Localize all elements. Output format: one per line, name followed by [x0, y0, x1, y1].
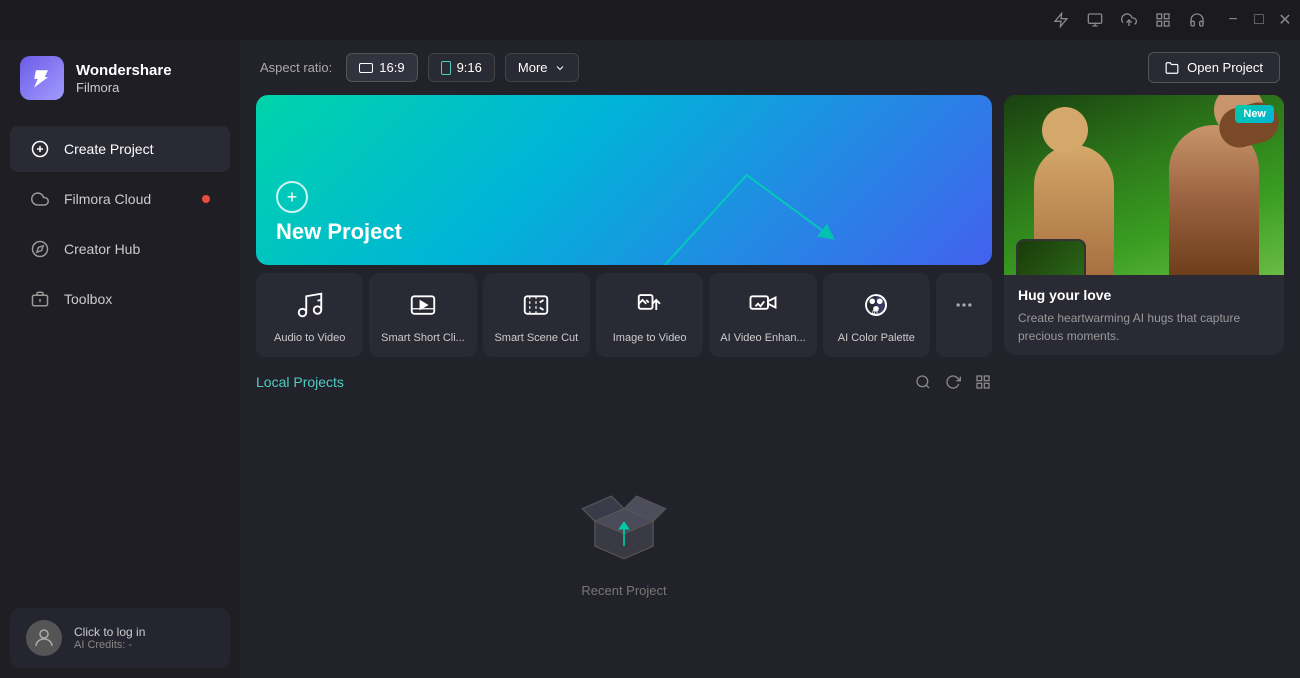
user-area[interactable]: Click to log in AI Credits: - — [10, 608, 230, 668]
aspect-9-16-button[interactable]: 9:16 — [428, 53, 495, 82]
refresh-projects-icon[interactable] — [944, 373, 962, 391]
new-badge: New — [1235, 105, 1274, 123]
ai-video-enhance-icon — [745, 287, 781, 323]
content-area: + New Project — [240, 95, 1300, 678]
promo-thumbnail — [1016, 239, 1086, 275]
minimize-button[interactable]: − — [1226, 13, 1240, 27]
close-button[interactable]: ✕ — [1278, 13, 1292, 27]
cloud-upload-icon[interactable] — [1120, 11, 1138, 29]
smart-short-clip-icon — [405, 287, 441, 323]
new-project-banner[interactable]: + New Project — [256, 95, 992, 265]
titlebar-icons — [1052, 11, 1206, 29]
audio-to-video-icon — [292, 287, 328, 323]
tool-image-to-video[interactable]: Image to Video — [596, 273, 703, 357]
avatar — [26, 620, 62, 656]
local-projects-section: Local Projects — [256, 365, 992, 662]
more-aspect-button[interactable]: More — [505, 53, 579, 82]
sidebar-item-toolbox[interactable]: Toolbox — [10, 276, 230, 322]
view-toggle-icon[interactable] — [974, 373, 992, 391]
sidebar-item-creator-hub[interactable]: Creator Hub — [10, 226, 230, 272]
tool-audio-to-video[interactable]: Audio to Video — [256, 273, 363, 357]
tool-smart-short-clip[interactable]: Smart Short Cli... — [369, 273, 476, 357]
section-header: Local Projects — [256, 365, 992, 403]
right-panel: New Hug your love Create heartwarming AI… — [1004, 95, 1284, 662]
tool-ai-video-enhance[interactable]: AI Video Enhan... — [709, 273, 816, 357]
more-dots-icon — [946, 287, 982, 323]
compass-icon — [30, 239, 50, 259]
aspect-16-9-button[interactable]: 16:9 — [346, 53, 417, 82]
promo-card[interactable]: New Hug your love Create heartwarming AI… — [1004, 95, 1284, 355]
monitor-icon[interactable] — [1086, 11, 1104, 29]
section-actions — [914, 373, 992, 391]
titlebar: − □ ✕ — [0, 0, 1300, 40]
sidebar-item-filmora-cloud[interactable]: Filmora Cloud — [10, 176, 230, 222]
plus-circle-icon — [30, 139, 50, 159]
maximize-button[interactable]: □ — [1252, 13, 1266, 27]
svg-text:AI: AI — [871, 308, 878, 317]
app-layout: Wondershare Filmora Create Project — [0, 40, 1300, 678]
logo-area: Wondershare Filmora — [0, 40, 240, 116]
promo-image: New — [1004, 95, 1284, 275]
nav-items: Create Project Filmora Cloud — [0, 116, 240, 598]
search-projects-icon[interactable] — [914, 373, 932, 391]
aspect-16-9-icon — [359, 63, 373, 73]
smart-scene-cut-icon — [518, 287, 554, 323]
toolbox-icon — [30, 289, 50, 309]
tool-ai-color-palette[interactable]: AI AI Color Palette — [823, 273, 930, 357]
banner-content: + New Project — [276, 181, 402, 245]
ai-color-palette-icon: AI — [858, 287, 894, 323]
empty-box-icon — [574, 467, 674, 567]
tools-row: Audio to Video Smart Short Cli... — [256, 273, 992, 357]
promo-info: Hug your love Create heartwarming AI hug… — [1004, 275, 1284, 355]
tool-more-button[interactable] — [936, 273, 992, 357]
cloud-notification-dot — [202, 195, 210, 203]
top-bar: Aspect ratio: 16:9 9:16 More Open Projec… — [240, 40, 1300, 95]
banner-plus-icon: + — [276, 181, 308, 213]
left-panel: + New Project — [256, 95, 992, 662]
empty-state: Recent Project — [256, 403, 992, 662]
main-content: Aspect ratio: 16:9 9:16 More Open Projec… — [240, 40, 1300, 678]
cloud-icon — [30, 189, 50, 209]
app-logo — [20, 56, 64, 100]
headphone-icon[interactable] — [1188, 11, 1206, 29]
image-to-video-icon — [632, 287, 668, 323]
sidebar: Wondershare Filmora Create Project — [0, 40, 240, 678]
window-controls: − □ ✕ — [1226, 13, 1292, 27]
grid-icon[interactable] — [1154, 11, 1172, 29]
tool-smart-scene-cut[interactable]: Smart Scene Cut — [483, 273, 590, 357]
logo-text: Wondershare Filmora — [76, 62, 172, 95]
lightning-icon[interactable] — [1052, 11, 1070, 29]
aspect-9-16-icon — [441, 61, 451, 75]
user-info: Click to log in AI Credits: - — [74, 625, 145, 651]
open-project-button[interactable]: Open Project — [1148, 52, 1280, 83]
sidebar-item-create-project[interactable]: Create Project — [10, 126, 230, 172]
